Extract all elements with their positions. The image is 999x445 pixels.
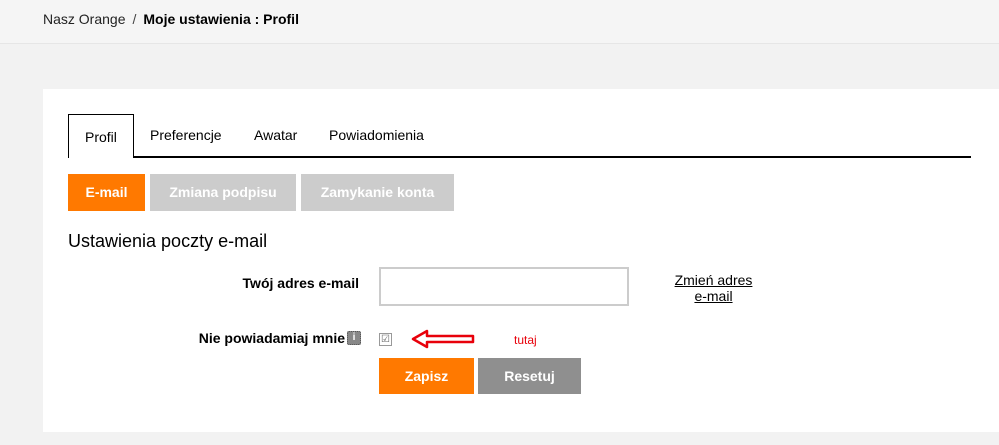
subtab-email[interactable]: E-mail <box>68 174 145 211</box>
tab-powiadomienia[interactable]: Powiadomienia <box>329 114 424 156</box>
email-label: Twój adres e-mail <box>242 275 359 291</box>
save-button[interactable]: Zapisz <box>379 358 474 394</box>
notify-checkbox[interactable]: ☑ <box>379 333 392 346</box>
annotation-note: tutaj <box>514 333 537 347</box>
subtab-zmiana-podpisu[interactable]: Zmiana podpisu <box>150 174 296 211</box>
notify-row-label: Nie powiadamiaj mnie <box>183 330 361 346</box>
info-icon[interactable] <box>347 331 361 345</box>
notify-label: Nie powiadamiaj mnie <box>198 330 345 346</box>
email-field[interactable] <box>379 267 629 306</box>
subtab-zamykanie-konta[interactable]: Zamykanie konta <box>301 174 454 211</box>
tab-awatar[interactable]: Awatar <box>254 114 297 156</box>
breadcrumb: Nasz Orange / Moje ustawienia : Profil <box>43 11 299 27</box>
tab-preferencje[interactable]: Preferencje <box>150 114 222 156</box>
reset-button[interactable]: Resetuj <box>478 358 581 394</box>
settings-card: Profil Preferencje Awatar Powiadomienia … <box>43 89 999 432</box>
arrow-left-icon <box>411 329 475 349</box>
top-bar: Nasz Orange / Moje ustawienia : Profil <box>0 0 999 44</box>
section-title: Ustawienia poczty e-mail <box>68 231 268 251</box>
tab-bar: Profil Preferencje Awatar Powiadomienia <box>68 114 971 158</box>
change-email-link[interactable]: Zmień adres e-mail <box>671 272 756 304</box>
breadcrumb-current: Moje ustawienia : Profil <box>143 11 299 27</box>
tab-profil[interactable]: Profil <box>68 114 134 158</box>
breadcrumb-root[interactable]: Nasz Orange <box>43 11 125 27</box>
breadcrumb-separator: / <box>132 11 137 27</box>
